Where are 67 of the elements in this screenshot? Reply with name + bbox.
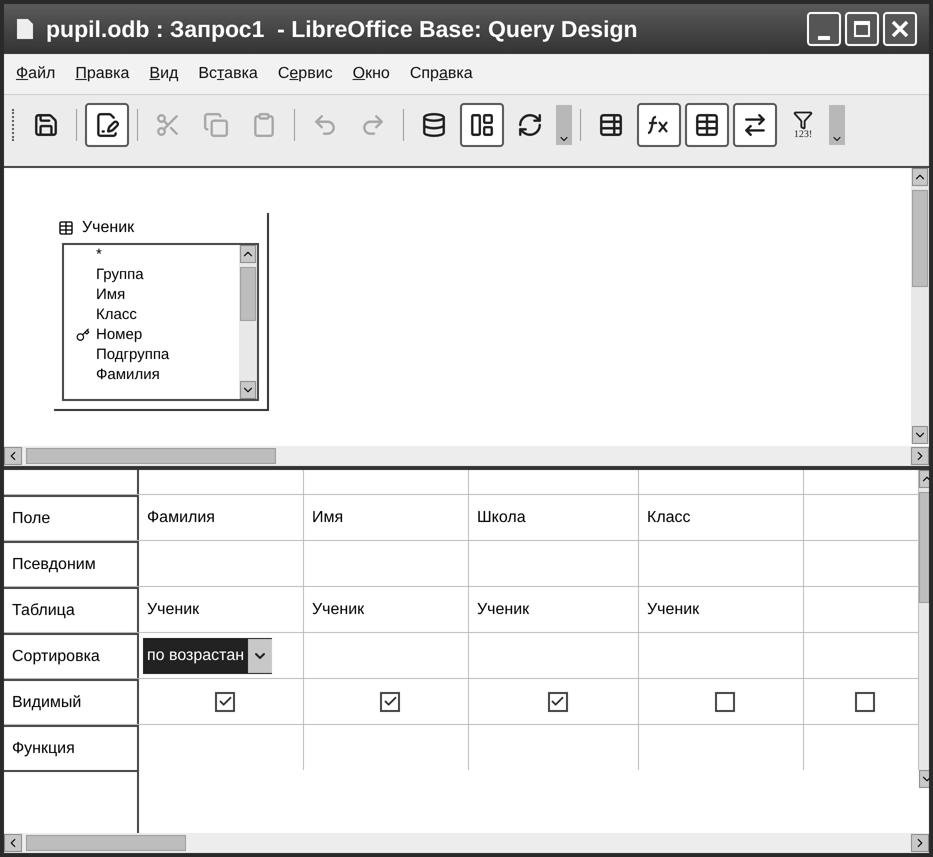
menu-item[interactable]: Вставка bbox=[198, 62, 258, 86]
toolbar-button[interactable] bbox=[85, 102, 129, 146]
table-icon bbox=[58, 220, 74, 236]
row-label: Видимый bbox=[12, 692, 82, 712]
field-list-item[interactable]: Номер bbox=[96, 325, 142, 345]
menu-item[interactable]: Справка bbox=[410, 62, 473, 86]
row-label: Таблица bbox=[12, 600, 75, 620]
edit-icon bbox=[94, 112, 120, 138]
row-label: Поле bbox=[12, 508, 50, 528]
field-list-item[interactable]: Подгруппа bbox=[96, 345, 170, 365]
panel-icon bbox=[469, 112, 495, 138]
table-icon bbox=[694, 112, 720, 138]
row-label: Функция bbox=[12, 738, 75, 758]
toolbar-button[interactable] bbox=[733, 102, 777, 146]
row-label: Псевдоним bbox=[12, 554, 96, 574]
menu-item[interactable]: Файл bbox=[16, 62, 56, 86]
visible-checkbox[interactable] bbox=[548, 692, 568, 712]
field-list-item[interactable]: Фамилия bbox=[96, 365, 160, 385]
table-window-title: Ученик bbox=[82, 218, 134, 238]
table-name: Ученик bbox=[312, 600, 364, 620]
document-icon bbox=[16, 18, 34, 40]
table-name: Ученик bbox=[647, 600, 700, 620]
maximize-button[interactable] bbox=[845, 12, 879, 46]
table-name: Ученик bbox=[477, 600, 530, 620]
table-window[interactable]: Ученик * Группа Имя Класс Номер Подгруппа Фамилия bbox=[54, 213, 269, 411]
menu-item[interactable]: Окно bbox=[352, 62, 390, 86]
field-list-item[interactable]: Группа bbox=[96, 265, 144, 285]
menu-item[interactable]: Сервис bbox=[278, 62, 333, 86]
visible-checkbox[interactable] bbox=[215, 692, 235, 712]
horizontal-scrollbar[interactable] bbox=[4, 446, 929, 466]
visible-checkbox[interactable] bbox=[855, 692, 875, 712]
filter-icon bbox=[793, 110, 813, 130]
function-button[interactable] bbox=[637, 102, 681, 146]
menu-item[interactable]: Правка bbox=[75, 62, 130, 86]
toolbar-button[interactable] bbox=[685, 102, 729, 146]
horizontal-scrollbar[interactable] bbox=[4, 833, 929, 853]
menu-item[interactable]: Вид bbox=[149, 62, 178, 86]
window-title: pupil.odb : Запрос1 - LibreOffice Base: Query Design bbox=[46, 14, 639, 44]
copy-icon bbox=[203, 112, 229, 138]
toolbar-button[interactable]: 123! bbox=[781, 102, 825, 146]
close-button[interactable] bbox=[883, 12, 917, 46]
field-name: Школа bbox=[477, 508, 526, 528]
field-name: Класс bbox=[647, 508, 691, 528]
vertical-scrollbar[interactable] bbox=[911, 168, 929, 444]
save-icon bbox=[33, 112, 59, 138]
row-label: Сортировка bbox=[12, 646, 100, 666]
toolbar-button[interactable] bbox=[460, 102, 504, 146]
filter-label: 123! bbox=[794, 130, 812, 140]
field-list-item[interactable]: Класс bbox=[96, 305, 137, 325]
refresh-icon bbox=[517, 112, 543, 138]
arrows-icon bbox=[742, 112, 768, 138]
sort-value: по возрастан bbox=[147, 646, 244, 666]
close-icon bbox=[891, 20, 909, 38]
sort-dropdown[interactable]: по возрастан bbox=[143, 638, 272, 674]
add-table-icon bbox=[598, 112, 624, 138]
field-list-item[interactable]: Имя bbox=[96, 285, 126, 305]
field-list-item[interactable]: * bbox=[96, 245, 102, 265]
vertical-scrollbar[interactable] bbox=[239, 245, 257, 399]
clipboard-icon bbox=[251, 112, 277, 138]
minimize-button[interactable] bbox=[807, 12, 841, 46]
scissors-icon bbox=[155, 112, 181, 138]
visible-checkbox[interactable] bbox=[715, 692, 735, 712]
key-icon bbox=[76, 328, 90, 342]
table-name: Ученик bbox=[147, 600, 200, 620]
visible-checkbox[interactable] bbox=[380, 692, 400, 712]
field-name: Имя bbox=[312, 508, 344, 528]
field-name: Фамилия bbox=[147, 508, 215, 528]
